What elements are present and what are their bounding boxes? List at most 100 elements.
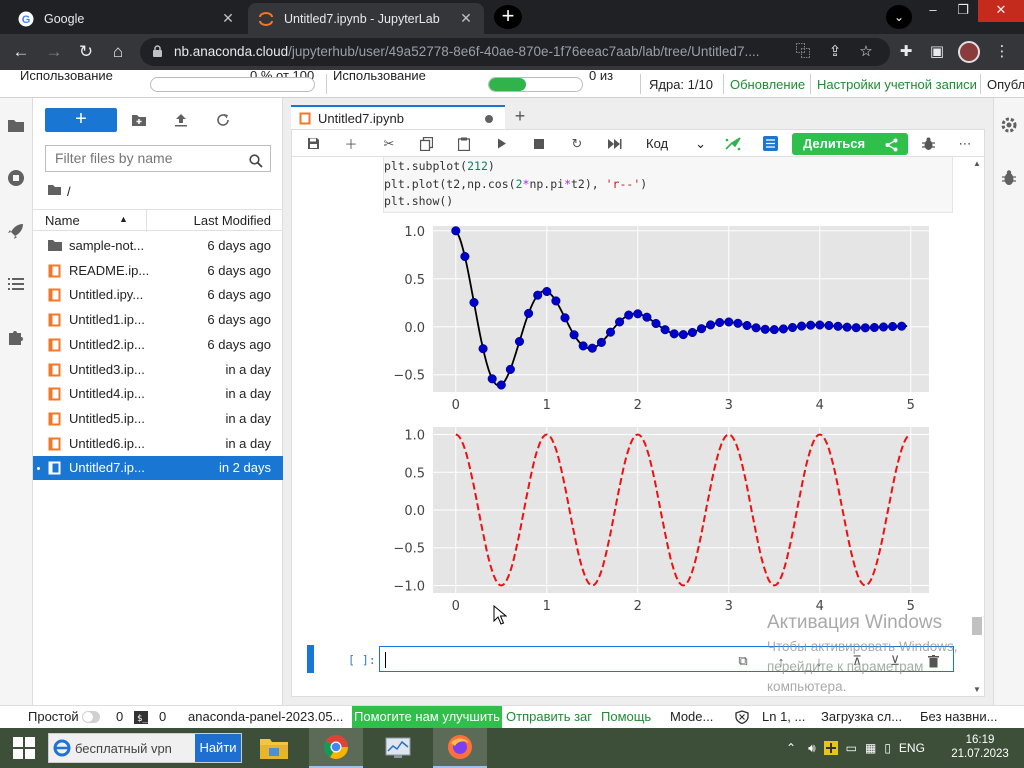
duplicate-cell-icon[interactable]: ⧉ <box>736 653 750 668</box>
file-row[interactable]: Untitled2.ip... 6 days ago <box>33 333 283 357</box>
profile-avatar[interactable] <box>958 41 980 63</box>
column-name-header[interactable]: Name <box>45 213 80 228</box>
insert-cell-icon[interactable]: ＋ <box>342 135 360 152</box>
update-link[interactable]: Обновление <box>730 70 805 98</box>
vertical-scrollbar[interactable]: ▲ ▼ <box>972 157 982 696</box>
move-up-icon[interactable]: ↑ <box>774 654 788 669</box>
new-tab-button[interactable]: + <box>494 5 522 29</box>
share-button[interactable]: Делиться <box>792 133 908 155</box>
browser-tab-jupyter[interactable]: Untitled7.ipynb - JupyterLab ✕ <box>248 3 484 34</box>
panel-settings-icon[interactable] <box>761 135 779 152</box>
file-row[interactable]: README.ip... 6 days ago <box>33 259 283 283</box>
menu-dots-icon[interactable]: ⋮ <box>992 42 1012 62</box>
network-icon[interactable]: ▭ <box>846 741 857 755</box>
fast-forward-icon[interactable] <box>606 135 624 152</box>
volume-icon[interactable]: 🔊︎ <box>808 741 816 756</box>
column-divider[interactable] <box>146 210 147 232</box>
extensions-puzzle-icon[interactable] <box>6 327 26 347</box>
file-row[interactable]: Untitled7.ip... in 2 days <box>33 456 283 481</box>
stop-icon[interactable] <box>530 135 548 152</box>
system-clock[interactable]: 16:19 21.07.2023 <box>948 733 1012 761</box>
file-row[interactable]: Untitled5.ip... in a day <box>33 407 283 431</box>
cut-icon[interactable]: ✂ <box>380 135 398 152</box>
file-row[interactable]: sample-not... 6 days ago <box>33 234 283 258</box>
cell-type-select[interactable]: Код ⌄ <box>646 135 706 153</box>
close-tab-icon[interactable]: ✕ <box>458 10 474 27</box>
help-link[interactable]: Помощь <box>601 709 651 724</box>
folder-icon[interactable] <box>6 115 26 135</box>
scroll-down-icon[interactable]: ▼ <box>973 685 981 694</box>
paste-icon[interactable] <box>455 135 473 152</box>
minimize-icon[interactable]: – <box>918 0 948 22</box>
tab-search-chevron-icon[interactable]: ⌄ <box>886 5 912 29</box>
code-cell-input[interactable]: plt.subplot(212) plt.plot(t2,np.cos(2*np.… <box>383 157 953 213</box>
firefox-icon[interactable] <box>433 728 487 768</box>
new-folder-icon[interactable] <box>130 111 148 129</box>
taskbar-search-button[interactable]: Найти <box>195 734 241 762</box>
file-row[interactable]: Untitled1.ip... 6 days ago <box>33 308 283 332</box>
help-improve-button[interactable]: Помогите нам улучшить <box>352 706 502 728</box>
side-panel-icon[interactable]: ▣ <box>927 42 947 62</box>
extensions-puzzle-icon[interactable]: ✚ <box>896 42 916 62</box>
close-tab-icon[interactable]: ✕ <box>220 10 236 27</box>
code-cell-editor[interactable]: ⧉ ↑ ↓ ⊼ ⊻ <box>379 646 954 672</box>
simple-mode-toggle[interactable] <box>82 711 100 723</box>
debugger-bug-icon[interactable] <box>999 168 1019 188</box>
more-options-icon[interactable]: ⋯ <box>956 135 974 152</box>
active-cell-indicator[interactable] <box>307 645 314 673</box>
save-icon[interactable] <box>304 135 322 152</box>
browser-tab-google[interactable]: G Google ✕ <box>8 3 246 34</box>
move-down-icon[interactable]: ↓ <box>812 654 826 669</box>
breadcrumb-root[interactable]: / <box>67 184 71 199</box>
rocket-icon[interactable] <box>6 221 26 241</box>
restore-icon[interactable]: ❐ <box>948 0 978 22</box>
share-page-icon[interactable]: ⇪ <box>825 42 845 62</box>
battery-icon[interactable]: ▯ <box>884 741 891 755</box>
unsaved-dot-icon[interactable] <box>485 115 493 123</box>
security-shield-icon[interactable] <box>735 710 749 727</box>
running-kernels-icon[interactable] <box>6 168 26 188</box>
new-launcher-button[interactable]: + <box>45 108 117 132</box>
resource-monitor-icon[interactable] <box>371 728 425 768</box>
add-tab-button[interactable]: + <box>509 107 531 127</box>
delete-cell-icon[interactable] <box>926 654 940 668</box>
line-column-status[interactable]: Ln 1, ... <box>762 709 805 724</box>
account-settings-link[interactable]: Настройки учетной записи <box>817 70 977 98</box>
mode-status[interactable]: Mode... <box>670 709 713 724</box>
publish-link[interactable]: Опубл <box>987 70 1024 98</box>
property-inspector-gear-icon[interactable] <box>999 115 1019 135</box>
language-indicator[interactable]: ENG <box>899 741 925 755</box>
scroll-up-icon[interactable]: ▲ <box>973 159 981 168</box>
terminal-icon[interactable]: $_ <box>134 711 148 727</box>
security-tray-icon[interactable] <box>823 741 838 755</box>
copy-icon[interactable] <box>417 135 435 152</box>
bookmark-star-icon[interactable]: ☆ <box>856 42 876 62</box>
file-row[interactable]: Untitled3.ip... in a day <box>33 358 283 382</box>
insert-above-icon[interactable]: ⊼ <box>850 653 864 668</box>
taskbar-search-box[interactable]: бесплатный vpn Найти <box>48 733 242 763</box>
environment-label[interactable]: anaconda-panel-2023.05... <box>188 709 343 724</box>
anaconda-assistant-icon[interactable] <box>722 135 744 152</box>
upload-icon[interactable] <box>172 111 190 129</box>
chrome-icon[interactable] <box>309 728 363 768</box>
file-row[interactable]: Untitled6.ip... in a day <box>33 432 283 456</box>
folder-icon[interactable] <box>47 184 62 199</box>
keyboard-icon[interactable]: ▦ <box>865 741 876 755</box>
refresh-icon[interactable] <box>214 111 232 129</box>
notebook-tab[interactable]: Untitled7.ipynb <box>291 105 505 129</box>
insert-below-icon[interactable]: ⊻ <box>888 653 902 668</box>
lock-icon[interactable] <box>152 45 163 61</box>
file-explorer-icon[interactable] <box>247 728 301 768</box>
run-icon[interactable] <box>493 135 511 152</box>
file-row[interactable]: Untitled4.ip... in a day <box>33 382 283 406</box>
debugger-bug-icon[interactable] <box>919 135 937 152</box>
tray-expand-icon[interactable]: ⌃ <box>786 741 796 755</box>
restart-kernel-icon[interactable]: ↻ <box>568 135 586 152</box>
window-close-icon[interactable]: ✕ <box>978 0 1024 22</box>
column-modified-header[interactable]: Last Modified <box>194 213 271 228</box>
file-row[interactable]: Untitled.ipy... 6 days ago <box>33 283 283 307</box>
send-bug-link[interactable]: Отправить заг <box>506 709 592 724</box>
translate-icon[interactable]: ⿻ <box>793 42 813 62</box>
table-of-contents-icon[interactable] <box>6 274 26 294</box>
filter-files-input[interactable]: Filter files by name <box>45 145 271 172</box>
